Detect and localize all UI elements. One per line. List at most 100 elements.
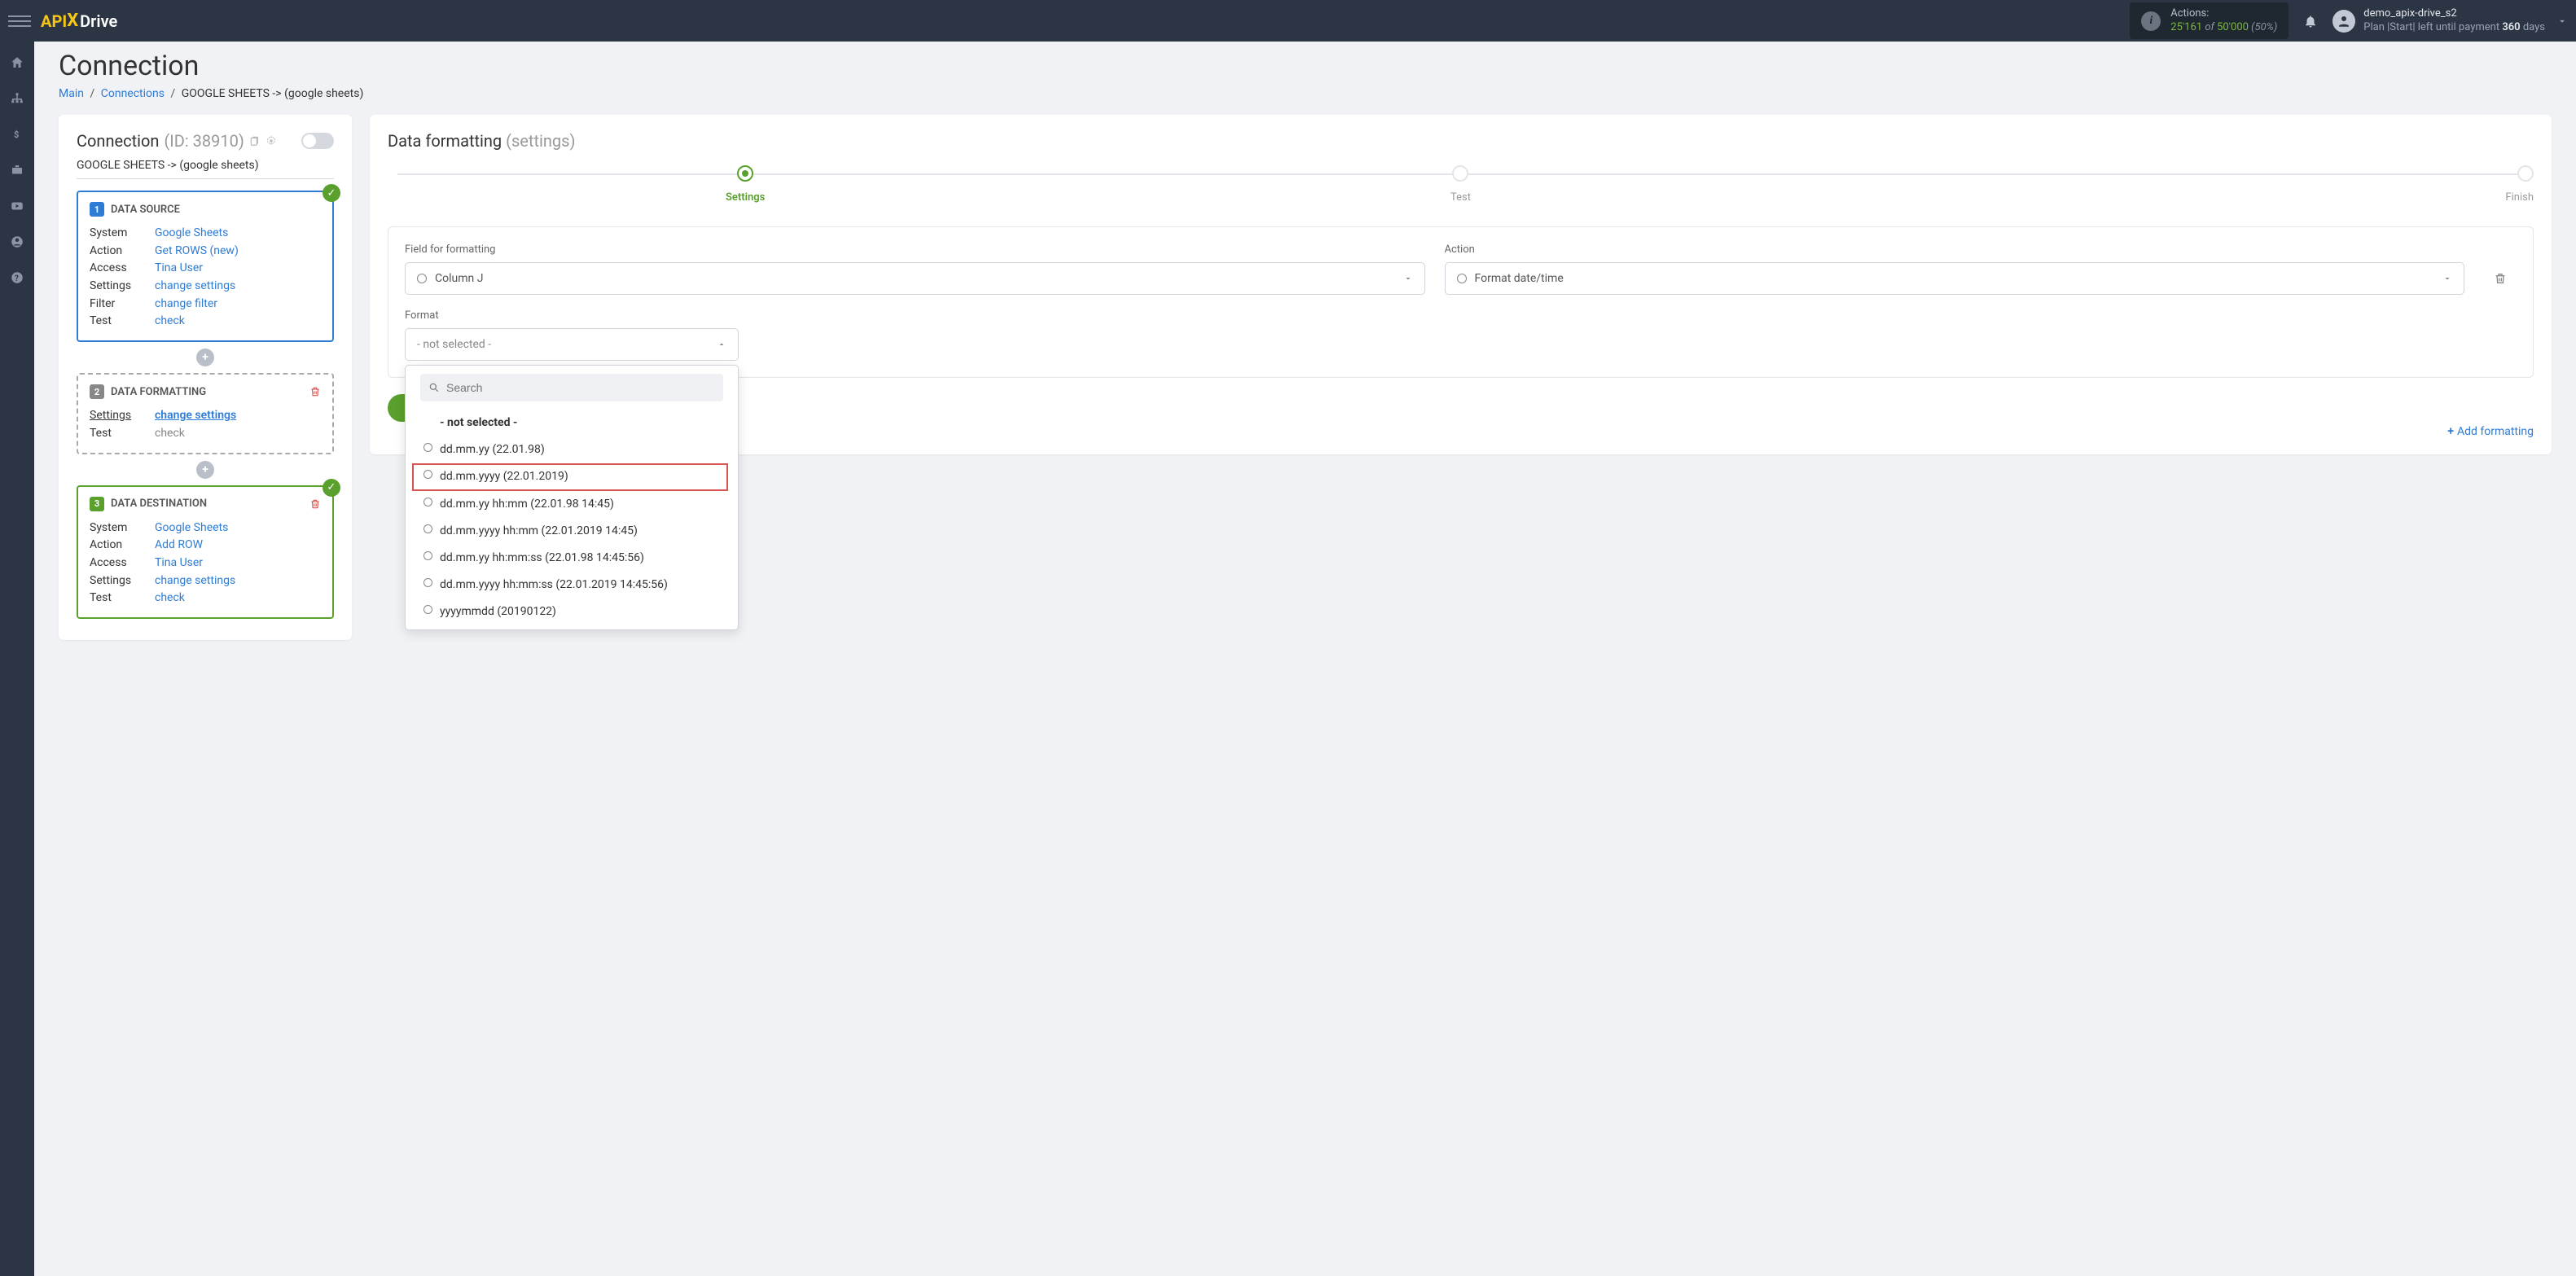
crumb-leaf: GOOGLE SHEETS -> (google sheets) <box>182 87 364 100</box>
source-action[interactable]: Get ROWS (new) <box>155 244 239 257</box>
user-menu[interactable]: demo_apix-drive_s2 Plan |Start| left unt… <box>2332 7 2545 35</box>
radio-icon <box>1457 274 1467 283</box>
actions-label: Actions: <box>2170 7 2277 21</box>
action-value: Format date/time <box>1475 272 1564 285</box>
source-access[interactable]: Tina User <box>155 261 203 274</box>
enable-toggle[interactable] <box>301 133 334 149</box>
format-option[interactable]: dd.mm.yyyy hh:mm (22.01.2019 14:45) <box>412 518 728 545</box>
svg-text:?: ? <box>15 274 19 283</box>
actions-total: 50'000 <box>2217 21 2249 33</box>
step-finish[interactable]: Finish <box>1819 165 2534 204</box>
format-option[interactable]: dd.mm.yy (22.01.98) <box>412 436 728 463</box>
crumb-connections[interactable]: Connections <box>101 87 165 100</box>
actions-of: of <box>2205 21 2214 33</box>
chevron-down-icon <box>2442 274 2452 283</box>
format-option-highlighted[interactable]: dd.mm.yyyy (22.01.2019) <box>412 463 728 490</box>
formatting-test: check <box>155 425 185 443</box>
dest-settings[interactable]: change settings <box>155 574 235 587</box>
plan-text: Plan |Start| left until payment <box>2363 21 2499 33</box>
right-subtitle: (settings) <box>506 131 575 151</box>
delete-row-button[interactable] <box>2484 262 2517 295</box>
format-option[interactable]: dd.mm.yy hh:mm (22.01.98 14:45) <box>412 491 728 518</box>
menu-toggle[interactable] <box>8 10 31 33</box>
radio-icon <box>417 274 427 283</box>
formatting-settings[interactable]: change settings <box>155 409 236 422</box>
right-title: Data formatting <box>388 131 502 151</box>
avatar-icon <box>2332 10 2355 33</box>
trash-icon[interactable] <box>309 386 321 397</box>
bell-icon[interactable] <box>2303 14 2318 29</box>
format-value: - not selected - <box>417 338 491 351</box>
check-icon: ✓ <box>323 184 340 202</box>
copy-icon[interactable] <box>249 135 261 147</box>
dest-action[interactable]: Add ROW <box>155 538 203 551</box>
action-label: Action <box>1445 243 2465 256</box>
block-data-source: ✓ 1DATA SOURCE SystemGoogle Sheets Actio… <box>77 191 334 342</box>
block-data-destination: ✓ 3DATA DESTINATION SystemGoogle Sheets … <box>77 485 334 619</box>
conn-id: (ID: 38910) <box>164 131 244 151</box>
format-option[interactable]: dd.mm.yy hh:mm:ss (22.01.98 14:45:56) <box>412 545 728 572</box>
logo[interactable]: APIXDrive <box>41 11 117 31</box>
page-title: Connection <box>59 50 2552 82</box>
field-select[interactable]: Column J <box>405 262 1425 295</box>
crumb-main[interactable]: Main <box>59 87 84 100</box>
actions-pct: (50%) <box>2251 21 2277 33</box>
dest-test[interactable]: check <box>155 591 185 604</box>
block-head-source: DATA SOURCE <box>111 204 180 216</box>
dropdown-search[interactable] <box>420 374 723 401</box>
dropdown-search-input[interactable] <box>446 381 715 394</box>
dest-system[interactable]: Google Sheets <box>155 521 228 534</box>
rail-home-icon[interactable] <box>0 46 34 79</box>
actions-used: 25'161 <box>2170 21 2202 33</box>
gear-icon[interactable] <box>265 135 277 147</box>
conn-name: GOOGLE SHEETS -> (google sheets) <box>77 159 334 179</box>
rail-billing-icon[interactable]: $ <box>0 118 34 151</box>
topbar: APIXDrive i Actions: 25'161 of 50'000 (5… <box>0 0 2576 42</box>
field-value: Column J <box>435 272 483 285</box>
source-settings[interactable]: change settings <box>155 279 235 292</box>
info-icon: i <box>2141 11 2161 31</box>
rail-briefcase-icon[interactable] <box>0 154 34 186</box>
main: Connection Main / Connections / GOOGLE S… <box>34 42 2576 1276</box>
check-icon: ✓ <box>323 479 340 497</box>
trash-icon[interactable] <box>309 498 321 510</box>
rail-connections-icon[interactable] <box>0 82 34 115</box>
step-test[interactable]: Test <box>1103 165 1818 204</box>
stepper: Settings Test Finish <box>388 165 2534 204</box>
conn-title: Connection <box>77 131 159 151</box>
rail-help-icon[interactable]: ? <box>0 261 34 294</box>
dest-access[interactable]: Tina User <box>155 556 203 569</box>
connection-card: Connection (ID: 38910) GOOGLE SHEETS -> … <box>59 115 352 640</box>
add-node-button-2[interactable]: + <box>196 461 214 479</box>
format-option[interactable]: yyyymmdd (20190122) <box>412 599 728 621</box>
chevron-up-icon <box>717 340 726 349</box>
search-icon <box>428 382 440 393</box>
plan-days-word: days <box>2523 21 2545 33</box>
plan-days: 360 <box>2502 21 2520 33</box>
actions-counter[interactable]: i Actions: 25'161 of 50'000 (50%) <box>2130 2 2289 40</box>
formatting-form: Field for formatting Column J Action <box>388 226 2534 378</box>
format-dropdown: - not selected - dd.mm.yy (22.01.98) dd.… <box>405 365 739 630</box>
block-data-formatting: 2DATA FORMATTING Settingschange settings… <box>77 373 334 454</box>
format-option[interactable]: dd.mm.yyyy hh:mm:ss (22.01.2019 14:45:56… <box>412 572 728 599</box>
source-system[interactable]: Google Sheets <box>155 226 228 239</box>
step-settings[interactable]: Settings <box>388 165 1103 204</box>
source-test[interactable]: check <box>155 314 185 327</box>
left-rail: $ ? <box>0 42 34 1276</box>
format-select[interactable]: - not selected - <box>405 328 739 361</box>
block-head-formatting: DATA FORMATTING <box>111 386 206 398</box>
source-filter[interactable]: change filter <box>155 297 217 310</box>
format-option[interactable]: - not selected - <box>412 410 728 436</box>
user-name: demo_apix-drive_s2 <box>2363 7 2545 21</box>
svg-text:$: $ <box>14 129 19 140</box>
chevron-down-icon[interactable] <box>2556 15 2568 27</box>
field-label: Field for formatting <box>405 243 1425 256</box>
add-node-button[interactable]: + <box>196 349 214 366</box>
format-label: Format <box>405 309 2517 322</box>
rail-video-icon[interactable] <box>0 190 34 222</box>
rail-account-icon[interactable] <box>0 226 34 258</box>
chevron-down-icon <box>1403 274 1413 283</box>
action-select[interactable]: Format date/time <box>1445 262 2465 295</box>
breadcrumb: Main / Connections / GOOGLE SHEETS -> (g… <box>59 87 2552 100</box>
data-formatting-card: Data formatting (settings) Settings Test… <box>370 115 2552 454</box>
